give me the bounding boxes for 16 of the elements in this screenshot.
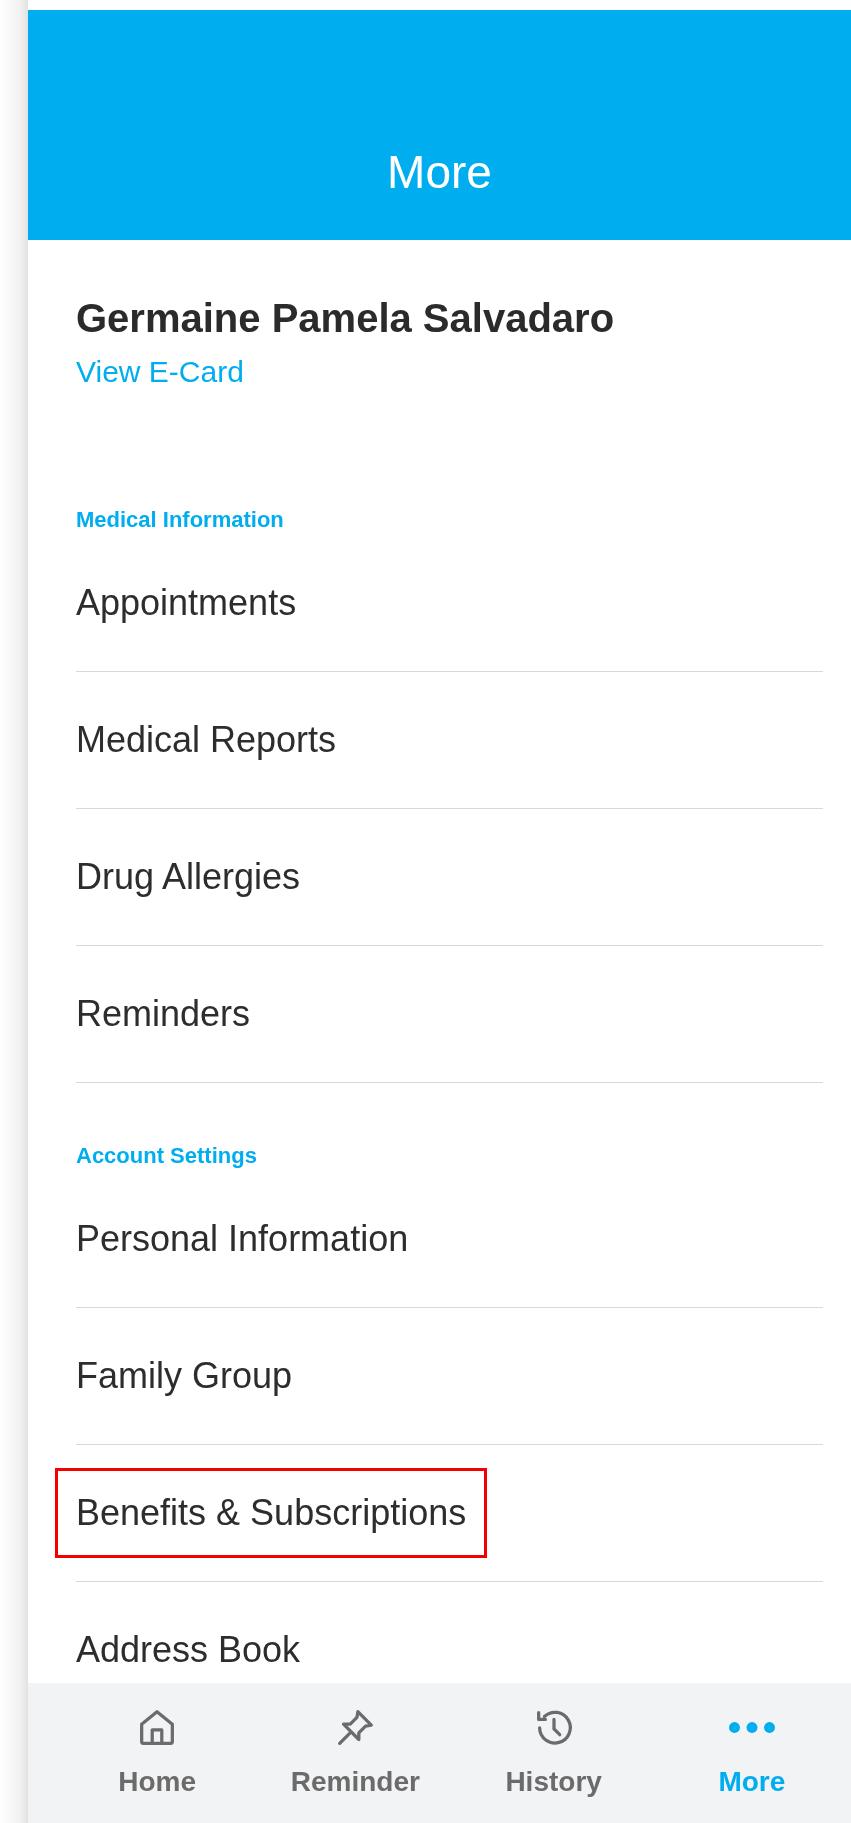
- page-title: More: [387, 145, 492, 200]
- menu-item[interactable]: Appointments: [55, 558, 318, 648]
- tab-label[interactable]: Home: [118, 1765, 196, 1799]
- section-label: Medical Information: [76, 506, 284, 534]
- menu-item[interactable]: Benefits & Subscriptions: [55, 1468, 488, 1558]
- menu-item[interactable]: Family Group: [55, 1331, 314, 1421]
- menu-item[interactable]: Medical Reports: [55, 695, 358, 785]
- more-icon: [728, 1722, 775, 1733]
- menu-item[interactable]: Address Book: [55, 1605, 322, 1683]
- menu-item[interactable]: Personal Information: [55, 1194, 430, 1284]
- menu-item[interactable]: Drug Allergies: [55, 832, 322, 922]
- user-name: Germaine Pamela Salvadaro: [76, 295, 615, 341]
- menu-item[interactable]: Reminders: [55, 969, 272, 1059]
- tab-label[interactable]: Reminder: [290, 1765, 420, 1799]
- section-label: Account Settings: [76, 1142, 257, 1170]
- tab-label[interactable]: History: [505, 1765, 602, 1799]
